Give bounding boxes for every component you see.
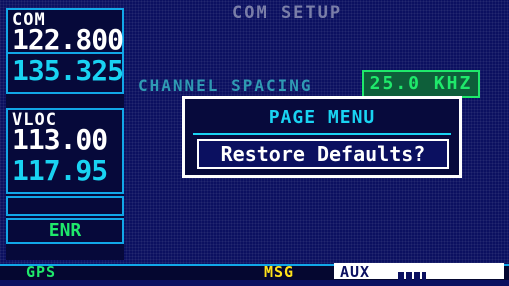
cdi-window	[6, 196, 124, 216]
page-menu-popup: PAGE MENU Restore Defaults?	[182, 96, 462, 178]
vloc-window[interactable]: VLOC 113.00 117.95	[6, 108, 124, 194]
restore-defaults-option[interactable]: Restore Defaults?	[197, 139, 449, 169]
page-indicator-block-current	[422, 272, 426, 282]
gps-display-screen: COM 122.800 135.325 VLOC 113.00 117.95 E…	[0, 0, 509, 282]
page-indicator-block	[398, 272, 404, 282]
com-window[interactable]: COM 122.800 135.325	[6, 8, 124, 94]
vloc-active-frequency: 113.00	[12, 123, 108, 156]
msg-annunciator[interactable]: MSG	[264, 263, 294, 281]
vloc-standby-frequency[interactable]: 117.95	[12, 154, 108, 187]
radio-column: COM 122.800 135.325 VLOC 113.00 117.95 E…	[6, 8, 124, 260]
gps-annunciator: GPS	[26, 263, 57, 281]
page-position-indicator	[398, 267, 428, 286]
com-standby-frequency[interactable]: 135.325	[12, 54, 124, 87]
page-title: COM SETUP	[232, 3, 343, 23]
channel-spacing-field[interactable]: 25.0 KHZ	[362, 70, 480, 98]
page-menu-divider	[193, 133, 451, 135]
mode-annunciator: ENR	[6, 218, 124, 244]
page-indicator-block	[414, 272, 420, 282]
page-menu-heading: PAGE MENU	[268, 107, 376, 128]
page-indicator-block	[406, 272, 412, 282]
channel-spacing-label: CHANNEL SPACING	[138, 76, 313, 95]
